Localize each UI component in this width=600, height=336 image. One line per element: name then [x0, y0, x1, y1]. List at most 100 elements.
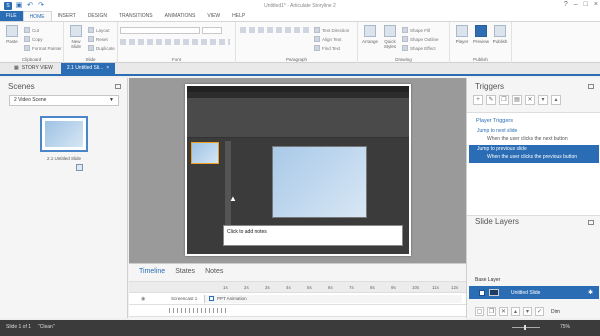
font-format-buttons[interactable]	[120, 39, 230, 45]
tab-notes[interactable]: Notes	[205, 268, 223, 275]
font-name-field[interactable]	[120, 27, 200, 34]
timeline-ruler[interactable]: 1s 2s 3s 4s 5s 6s 7s 8s 9s 10s 11s 12s	[129, 281, 466, 293]
redo-icon[interactable]: ↷	[37, 2, 45, 10]
tab-animations[interactable]: ANIMATIONS	[159, 11, 202, 21]
font-size-field[interactable]	[202, 27, 222, 34]
tab-home[interactable]: HOME	[22, 11, 52, 21]
undo-icon[interactable]: ↶	[26, 2, 34, 10]
publish-group-label: Publish	[473, 57, 488, 62]
maximize-icon[interactable]: □	[584, 1, 588, 8]
triggers-toolbar: + ✎ ❐ ▤ ✕ ▾ ▴	[473, 95, 561, 105]
zoom-level[interactable]: 75%	[560, 324, 570, 330]
dim-checkbox[interactable]: ✓	[535, 307, 544, 316]
new-trigger-icon[interactable]: +	[473, 95, 483, 105]
player-icon	[456, 25, 468, 37]
publish-button[interactable]: Publish	[490, 25, 510, 44]
save-icon[interactable]: ▣	[15, 2, 23, 10]
layer-down-icon[interactable]: ▾	[523, 307, 532, 316]
paste-button[interactable]: Paste	[2, 25, 22, 44]
timeline-row[interactable]: ◉ Screencast 1 PPT Animation	[129, 293, 466, 305]
layer-up-icon[interactable]: ▴	[511, 307, 520, 316]
clipboard-group: Paste Cut Copy Format Painter Clipboard	[0, 22, 64, 63]
layout-label: Layout	[96, 27, 110, 33]
reset-button[interactable]: Reset	[88, 36, 108, 42]
timeline-zoom-slider[interactable]	[169, 308, 229, 313]
slide-thumbnail[interactable]	[40, 116, 88, 152]
duplicate-icon	[88, 45, 94, 51]
edit-trigger-icon[interactable]: ✎	[486, 95, 496, 105]
pin-icon[interactable]	[115, 84, 121, 89]
close-icon[interactable]: ×	[594, 1, 598, 8]
slide-group-label: Slide	[85, 57, 96, 62]
preview-button[interactable]: Preview	[471, 25, 491, 44]
arrange-button[interactable]: Arrange	[360, 25, 380, 44]
slide-canvas[interactable]: ▲ Click to add notes	[185, 84, 411, 256]
screencast-video[interactable]: ▲ Click to add notes	[187, 86, 409, 254]
slide-trigger-icon[interactable]	[76, 164, 83, 171]
format-painter-button[interactable]: Format Painter	[24, 45, 62, 51]
slide-layers-list	[467, 230, 600, 270]
minimize-icon[interactable]: –	[574, 1, 578, 8]
delete-trigger-icon[interactable]: ✕	[525, 95, 535, 105]
delete-layer-icon[interactable]: ✕	[499, 307, 508, 316]
tab-timeline[interactable]: Timeline	[139, 268, 165, 275]
ruler-tick: 2s	[244, 285, 249, 290]
duplicate-button[interactable]: Duplicate	[88, 45, 115, 51]
tab-help[interactable]: HELP	[226, 11, 251, 21]
layout-button[interactable]: Layout	[88, 27, 110, 33]
text-direction-button[interactable]: Text Direction	[314, 27, 349, 33]
help-icon[interactable]: ?	[564, 1, 568, 8]
drawing-group: Arrange Quick Styles Shape Fill Shape Ou…	[358, 22, 450, 63]
move-down-icon[interactable]: ▾	[538, 95, 548, 105]
base-layer-row[interactable]: Untitled Slide ✱	[469, 286, 599, 299]
timeline-object-bar[interactable]: PPT Animation	[204, 295, 462, 303]
trigger-action: Jump to previous slide	[477, 146, 527, 152]
layer-visibility-checkbox[interactable]	[479, 289, 485, 296]
shape-outline-button[interactable]: Shape Outline	[402, 36, 439, 42]
copy-button[interactable]: Copy	[24, 36, 43, 42]
zoom-slider[interactable]	[512, 327, 540, 328]
align-text-button[interactable]: Align Text	[314, 36, 341, 42]
right-panel: Triggers + ✎ ❐ ▤ ✕ ▾ ▴ Player Triggers J…	[466, 78, 600, 318]
cut-button[interactable]: Cut	[24, 27, 39, 33]
tab-insert[interactable]: INSERT	[52, 11, 82, 21]
find-text-button[interactable]: Find Text	[314, 45, 340, 51]
copy-label: Copy	[32, 36, 43, 42]
copy-trigger-icon[interactable]: ❐	[499, 95, 509, 105]
eye-icon[interactable]: ◉	[141, 296, 145, 302]
trigger-item[interactable]: Jump to next slide When the user clicks …	[469, 127, 599, 145]
tab-current-slide[interactable]: 2.1 Untitled Sli... ×	[60, 63, 116, 74]
quick-styles-icon	[384, 25, 396, 37]
shape-fill-button[interactable]: Shape Fill	[402, 27, 430, 33]
new-layer-icon[interactable]: ▢	[475, 307, 484, 316]
zoom-slider-thumb[interactable]	[524, 325, 526, 330]
ruler-tick: 4s	[286, 285, 291, 290]
shape-effect-label: Shape Effect	[410, 45, 436, 51]
ruler-tick: 8s	[370, 285, 375, 290]
notes-placeholder: Click to add notes	[223, 225, 403, 246]
new-slide-button[interactable]: New Slide	[66, 25, 86, 49]
tab-design[interactable]: DESIGN	[82, 11, 113, 21]
player-button[interactable]: Player	[452, 25, 472, 44]
trigger-item-selected[interactable]: Jump to previous slide When the user cli…	[469, 145, 599, 163]
tab-states[interactable]: States	[175, 268, 195, 275]
move-up-icon[interactable]: ▴	[551, 95, 561, 105]
layers-pin-icon[interactable]	[588, 220, 594, 225]
quick-styles-button[interactable]: Quick Styles	[380, 25, 400, 49]
triggers-pin-icon[interactable]	[588, 84, 594, 89]
ribbon-tabs: FILE HOME INSERT DESIGN TRANSITIONS ANIM…	[0, 11, 600, 22]
paragraph-group: Text Direction Align Text Find Text Para…	[236, 22, 358, 63]
gear-icon[interactable]: ✱	[588, 289, 593, 296]
tab-story-view[interactable]: ▦ STORY VIEW	[8, 63, 59, 74]
tab-file[interactable]: FILE	[0, 11, 23, 21]
cut-icon	[24, 27, 30, 33]
shape-effect-button[interactable]: Shape Effect	[402, 45, 436, 51]
cursor-icon: ▲	[229, 194, 237, 203]
duplicate-layer-icon[interactable]: ❐	[487, 307, 496, 316]
tab-transitions[interactable]: TRANSITIONS	[113, 11, 159, 21]
scene-dropdown[interactable]: 2 Video Scene ▼	[9, 95, 119, 106]
tab-view[interactable]: VIEW	[201, 11, 226, 21]
paste-trigger-icon[interactable]: ▤	[512, 95, 522, 105]
paragraph-buttons[interactable]	[240, 27, 310, 33]
close-tab-icon[interactable]: ×	[106, 63, 109, 74]
